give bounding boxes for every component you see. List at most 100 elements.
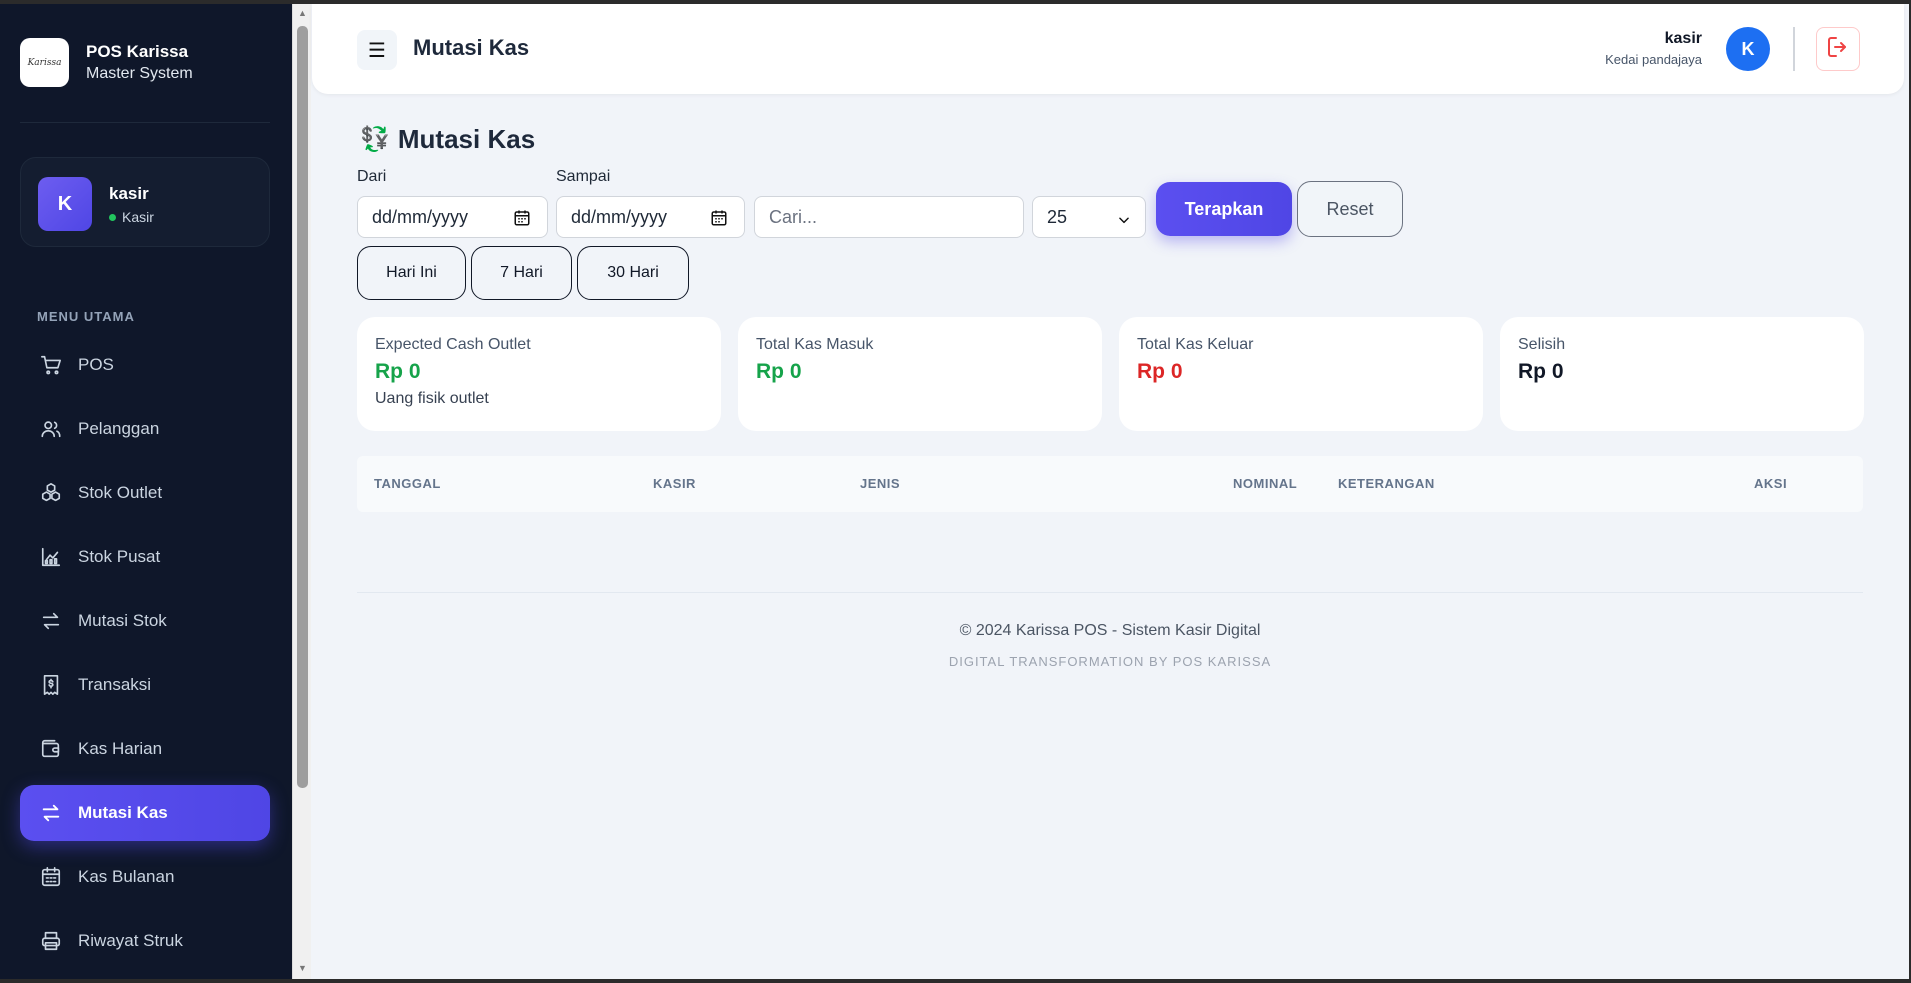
chevron-down-icon: [1117, 211, 1131, 232]
search-placeholder: Cari...: [769, 206, 818, 227]
topbar-user-info: kasir Kedai pandajaya: [1605, 30, 1702, 67]
summary-card-expected-cash: Expected Cash Outlet Rp 0 Uang fisik out…: [357, 317, 721, 431]
menu-heading: MENU UTAMA: [37, 309, 135, 324]
topbar-user-name: kasir: [1664, 30, 1702, 47]
calendar-icon: [40, 866, 62, 888]
sidebar: Karissa POS Karissa Master System K kasi…: [0, 4, 292, 979]
summary-card-difference: Selisih Rp 0: [1500, 317, 1864, 431]
apply-button[interactable]: Terapkan: [1156, 182, 1292, 236]
column-header-description[interactable]: KETERANGAN: [1338, 476, 1435, 491]
currency-exchange-icon: 💱: [360, 126, 390, 153]
divider: [357, 592, 1863, 593]
printer-icon: [40, 930, 62, 952]
to-date-value: dd/mm/yyyy: [571, 206, 668, 227]
logout-icon: [1826, 35, 1850, 64]
topbar-store-name: Kedai pandajaya: [1605, 52, 1702, 67]
card-label: Total Kas Masuk: [756, 336, 874, 353]
brand-subtitle: Master System: [86, 65, 193, 82]
app-window: Karissa POS Karissa Master System K kasi…: [0, 4, 1909, 979]
sidebar-item-label: Transaksi: [78, 675, 152, 694]
column-header-actions: AKSI: [1754, 476, 1788, 491]
to-date-label: Sampai: [556, 168, 611, 185]
column-header-amount[interactable]: NOMINAL: [1233, 476, 1297, 491]
column-header-date[interactable]: TANGGAL: [374, 476, 441, 491]
from-date-label: Dari: [357, 168, 387, 185]
column-header-type[interactable]: JENIS: [860, 476, 900, 491]
to-date-input[interactable]: dd/mm/yyyy: [556, 196, 745, 238]
logout-button[interactable]: [1816, 27, 1860, 71]
column-header-cashier[interactable]: KASIR: [653, 476, 696, 491]
brand-title: POS Karissa: [86, 42, 189, 61]
sidebar-item-label: Mutasi Stok: [78, 611, 167, 630]
sidebar-item-label: POS: [78, 355, 114, 374]
divider: [1793, 27, 1795, 71]
sidebar-item-label: Kas Bulanan: [78, 867, 175, 886]
topbar-avatar[interactable]: K: [1726, 27, 1770, 71]
transfer-icon: [40, 610, 62, 632]
wallet-icon: [40, 738, 62, 760]
card-value: Rp 0: [375, 360, 421, 383]
search-input[interactable]: Cari...: [754, 196, 1024, 238]
card-label: Total Kas Keluar: [1137, 336, 1254, 353]
footer: © 2024 Karissa POS - Sistem Kasir Digita…: [357, 622, 1863, 669]
scroll-up-icon[interactable]: ▲: [298, 8, 307, 18]
hamburger-icon: ☰: [368, 39, 386, 62]
transfer-icon: [40, 802, 62, 824]
per-page-select[interactable]: 25: [1032, 196, 1146, 238]
topbar: ☰ Mutasi Kas kasir Kedai pandajaya K: [312, 4, 1904, 94]
sidebar-item-pelanggan[interactable]: Pelanggan: [20, 401, 270, 457]
sidebar-menu: POS Pelanggan Stok Outlet Stok Pusat Mut…: [20, 337, 270, 977]
boxes-icon: [40, 482, 62, 504]
main-content: ☰ Mutasi Kas kasir Kedai pandajaya K 💱 M…: [312, 4, 1909, 979]
brand[interactable]: Karissa POS Karissa Master System: [20, 38, 193, 87]
sidebar-item-kas-harian[interactable]: Kas Harian: [20, 721, 270, 777]
range-7-days-button[interactable]: 7 Hari: [471, 246, 572, 300]
from-date-input[interactable]: dd/mm/yyyy: [357, 196, 548, 238]
menu-toggle-button[interactable]: ☰: [357, 30, 397, 70]
card-value: Rp 0: [1137, 360, 1183, 383]
brand-logo: Karissa: [20, 38, 69, 87]
cart-icon: [40, 354, 62, 376]
page-title-text: Mutasi Kas: [397, 124, 536, 154]
card-note: Uang fisik outlet: [375, 390, 489, 407]
sidebar-item-label: Kas Harian: [78, 739, 163, 758]
from-date-value: dd/mm/yyyy: [372, 206, 469, 227]
users-icon: [40, 418, 62, 440]
calendar-icon[interactable]: [710, 209, 728, 232]
sidebar-item-label: Mutasi Kas: [78, 803, 168, 822]
sidebar-item-pos[interactable]: POS: [20, 337, 270, 393]
scroll-down-icon[interactable]: ▼: [298, 963, 307, 973]
card-label: Selisih: [1518, 336, 1566, 353]
sidebar-item-label: Stok Outlet: [78, 483, 163, 502]
sidebar-item-stok-outlet[interactable]: Stok Outlet: [20, 465, 270, 521]
divider: [20, 122, 270, 123]
sidebar-item-transaksi[interactable]: Transaksi: [20, 657, 270, 713]
brand-logo-text: Karissa: [27, 57, 62, 68]
sidebar-item-kas-bulanan[interactable]: Kas Bulanan: [20, 849, 270, 905]
footer-tagline: DIGITAL TRANSFORMATION BY POS KARISSA: [948, 654, 1272, 669]
receipt-icon: [40, 674, 62, 696]
reset-button[interactable]: Reset: [1297, 181, 1403, 237]
summary-card-total-out: Total Kas Keluar Rp 0: [1119, 317, 1483, 431]
scrollbar-thumb[interactable]: [297, 26, 308, 788]
user-name: kasir: [109, 184, 149, 203]
user-role: Kasir: [109, 209, 154, 225]
user-card: K kasir Kasir: [20, 157, 270, 247]
per-page-value: 25: [1047, 206, 1068, 227]
range-30-days-button[interactable]: 30 Hari: [577, 246, 689, 300]
card-value: Rp 0: [756, 360, 802, 383]
range-today-button[interactable]: Hari Ini: [357, 246, 466, 300]
sidebar-item-mutasi-kas[interactable]: Mutasi Kas: [20, 785, 270, 841]
sidebar-item-stok-pusat[interactable]: Stok Pusat: [20, 529, 270, 585]
online-status-dot: [109, 213, 116, 221]
calendar-icon[interactable]: [513, 209, 531, 232]
sidebar-item-riwayat-struk[interactable]: Riwayat Struk: [20, 913, 270, 969]
footer-copyright: © 2024 Karissa POS - Sistem Kasir Digita…: [959, 622, 1261, 639]
avatar: K: [38, 177, 92, 231]
sidebar-item-label: Riwayat Struk: [78, 931, 183, 950]
sidebar-item-mutasi-stok[interactable]: Mutasi Stok: [20, 593, 270, 649]
topbar-title: Mutasi Kas: [413, 35, 530, 60]
card-value: Rp 0: [1518, 360, 1564, 383]
sidebar-scrollbar[interactable]: ▲ ▼: [292, 4, 311, 979]
card-label: Expected Cash Outlet: [375, 336, 531, 353]
